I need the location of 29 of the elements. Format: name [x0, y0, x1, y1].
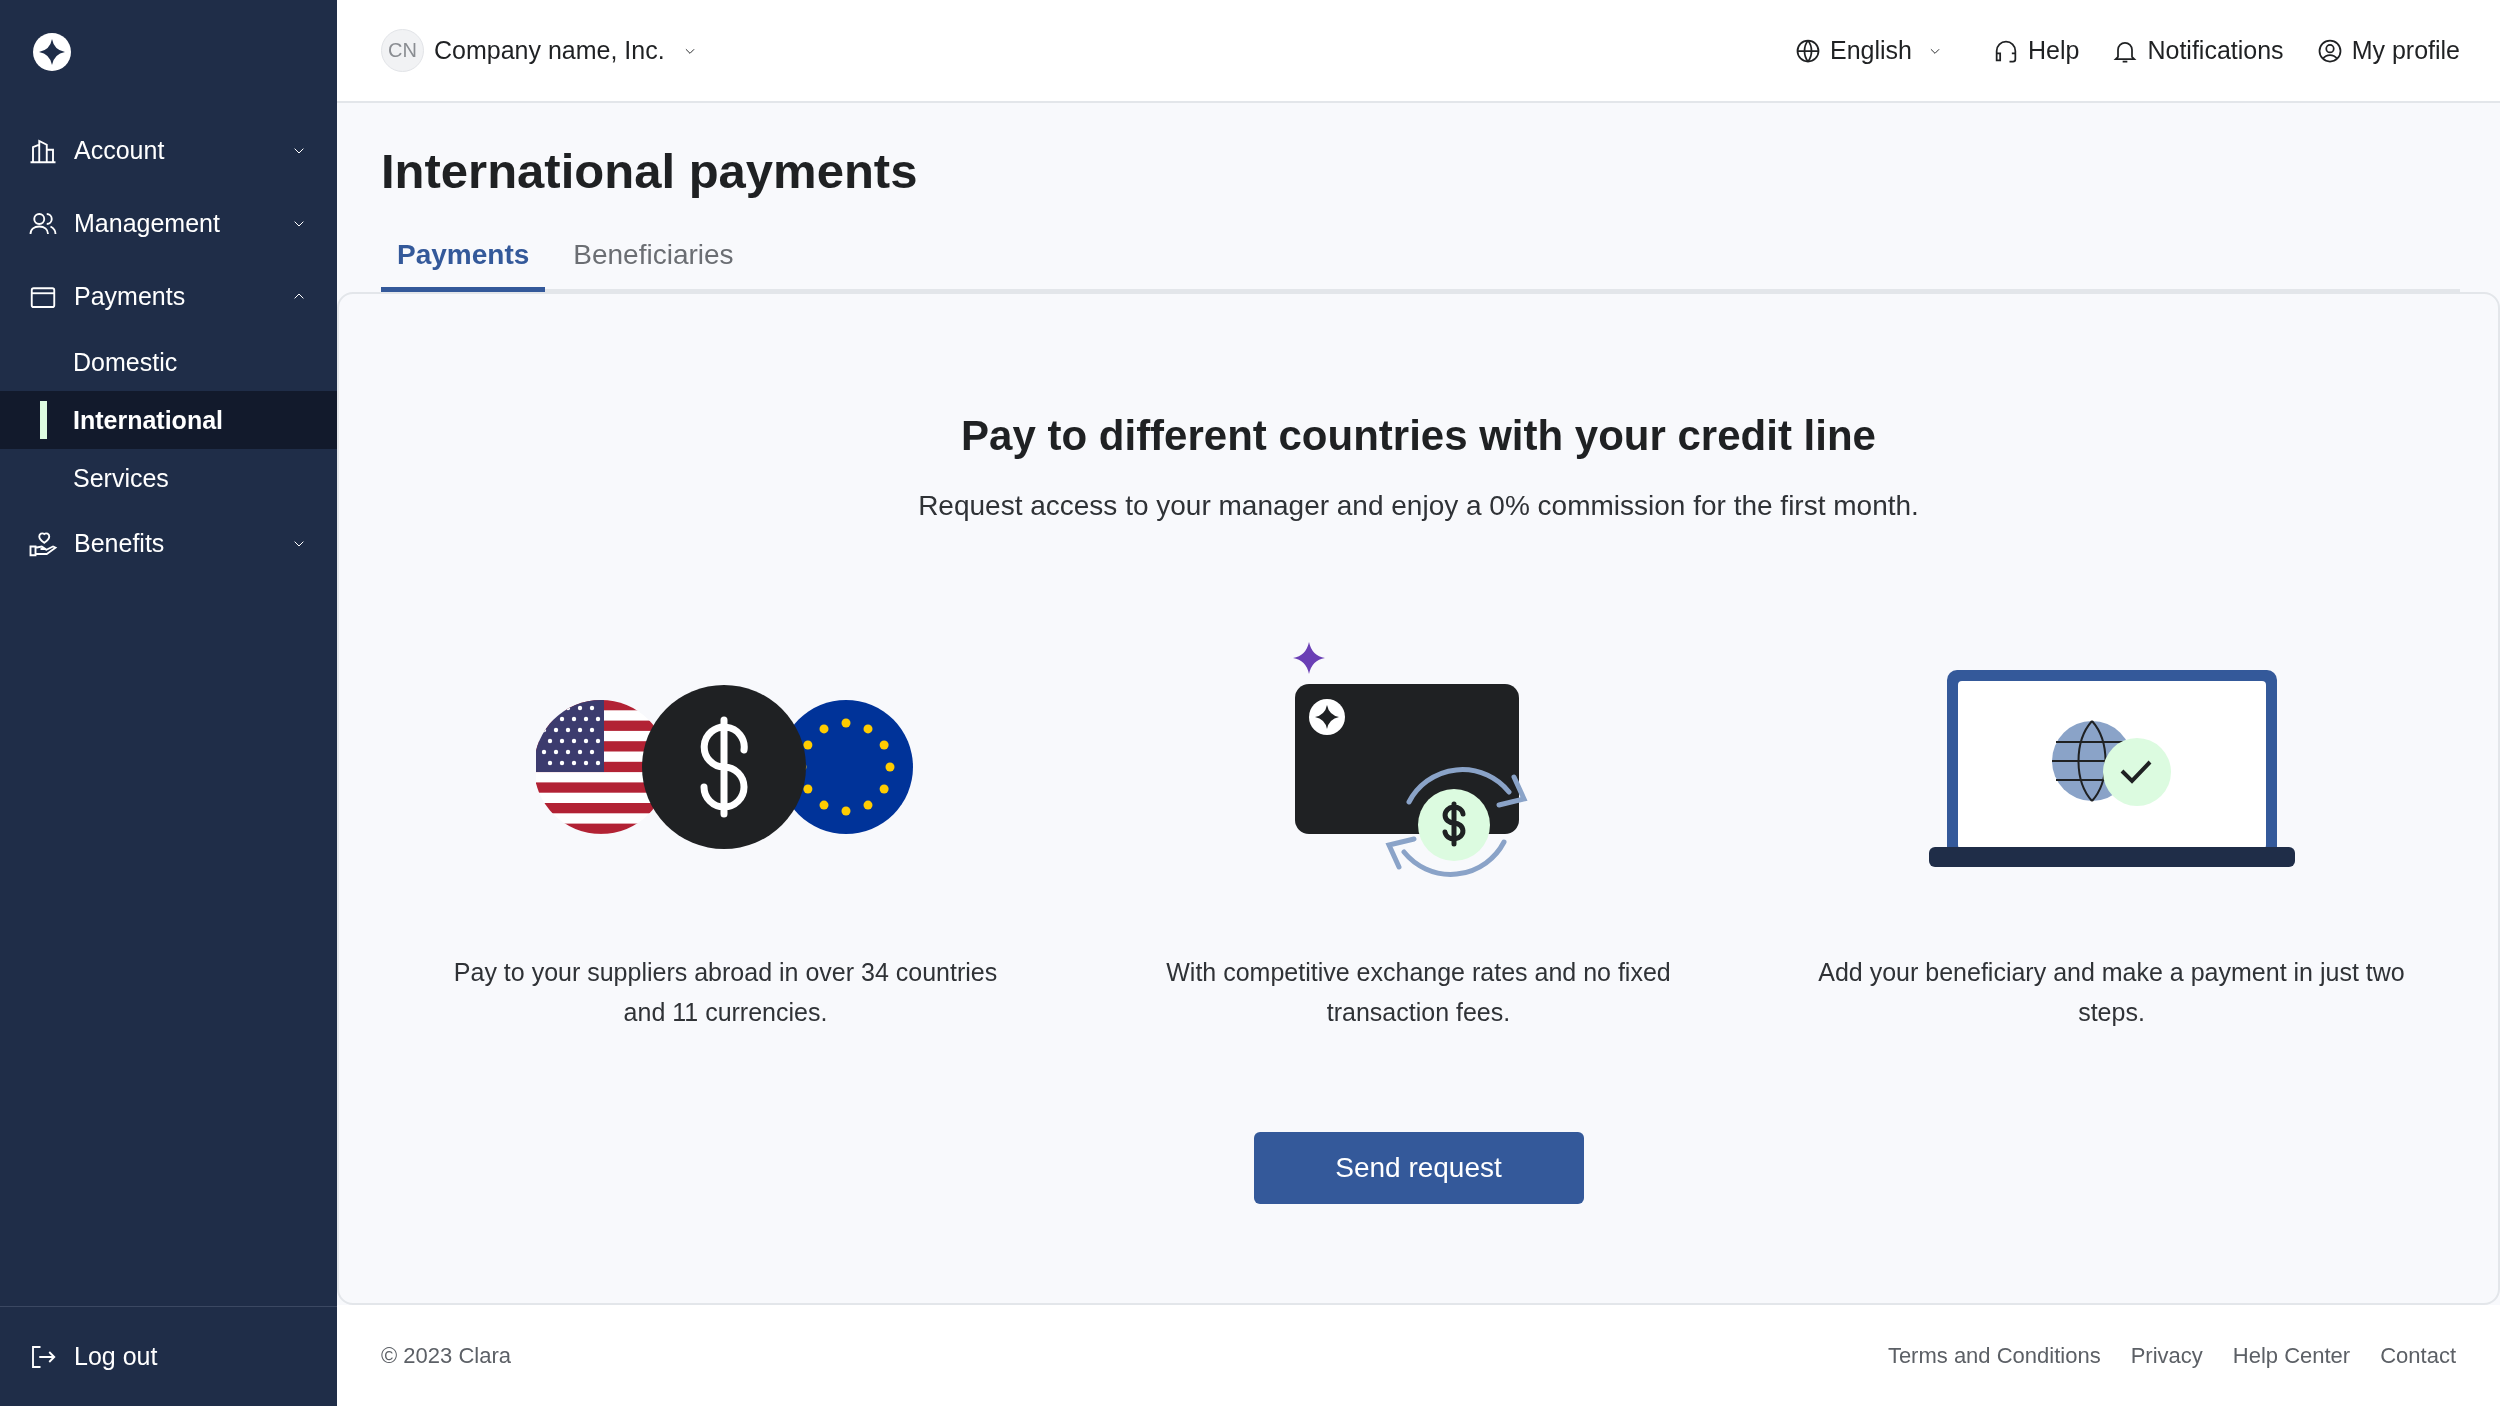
footer-link[interactable]: Help Center: [2232, 1342, 2351, 1369]
company-avatar: CN: [381, 29, 424, 72]
header-link[interactable]: Help: [1992, 36, 2080, 65]
feature-text: Add your beneficiary and make a payment in just two steps.: [1817, 957, 2406, 1028]
nav-item[interactable]: Payments: [0, 260, 337, 333]
nav-item[interactable]: Benefits: [0, 507, 337, 580]
language-selector[interactable]: English: [1794, 36, 1947, 65]
feature-text: Pay to your suppliers abroad in over 34 countries and 11 currencies.: [452, 957, 999, 1028]
feature-text: With competitive exchange rates and no fixed transaction fees.: [1165, 957, 1672, 1028]
promo-subtitle: Request access to your manager and enjoy a 0% commission for the first month.: [918, 490, 1919, 522]
footer-link[interactable]: Terms and Conditions: [1887, 1342, 2101, 1369]
language-label: English: [1830, 36, 1913, 65]
nav-subitem[interactable]: Domestic: [0, 333, 337, 391]
promo-heading: Pay to different countries with your credit line: [961, 412, 1876, 460]
page-title: International payments: [381, 143, 919, 199]
footer-link[interactable]: Privacy: [2130, 1342, 2203, 1369]
nav-subitem[interactable]: Services: [0, 449, 337, 507]
nav-subitem[interactable]: International: [0, 391, 337, 449]
logo-icon: [32, 32, 72, 72]
tab[interactable]: Beneficiaries: [557, 239, 750, 292]
copyright-text: © 2023 Clara: [381, 1342, 511, 1369]
header-link[interactable]: Notifications: [2111, 36, 2284, 65]
footer-link[interactable]: Contact: [2380, 1342, 2456, 1369]
nav-item[interactable]: Account: [0, 114, 337, 187]
header-link[interactable]: My profile: [2315, 36, 2460, 65]
company-name: Company name, Inc.: [434, 36, 665, 65]
nav-item[interactable]: Management: [0, 187, 337, 260]
company-selector[interactable]: CN Company name, Inc.: [381, 29, 701, 72]
send-request-button[interactable]: Send request: [1253, 1132, 1584, 1204]
